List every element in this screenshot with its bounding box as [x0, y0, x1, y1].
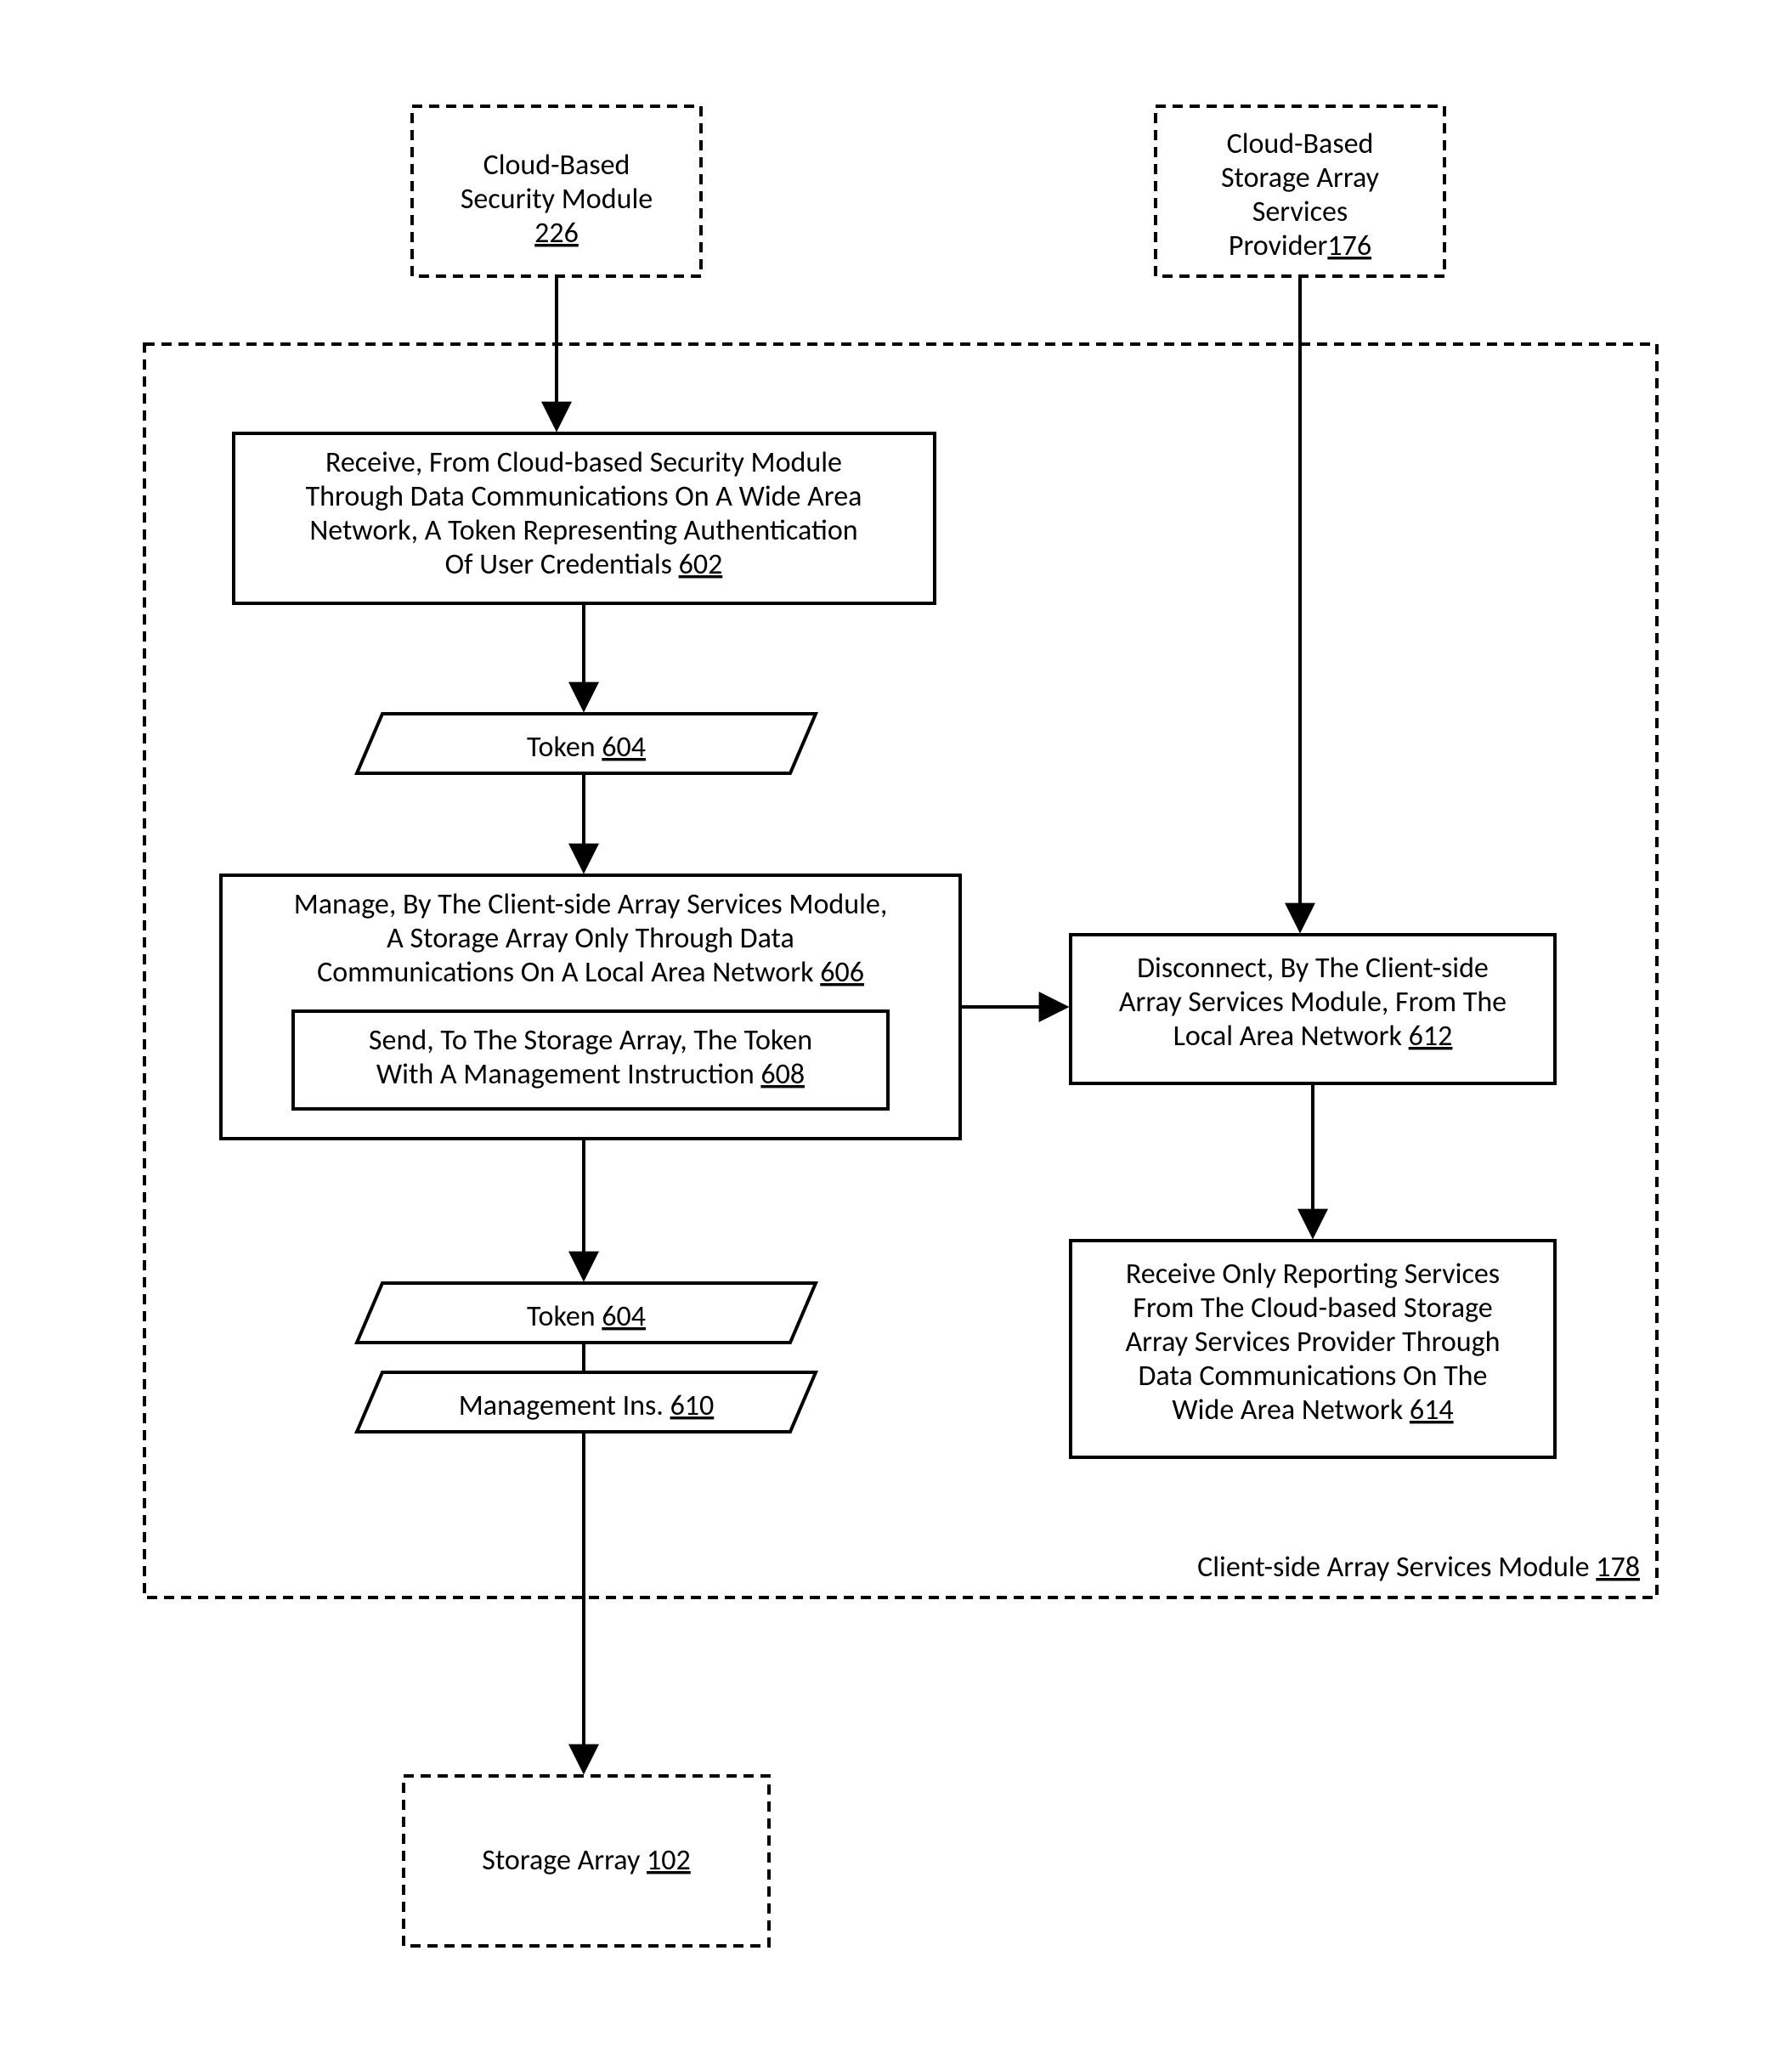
svg-text:Receive Only Reporting Service: Receive Only Reporting Services: [1126, 1257, 1500, 1292]
svg-text:Cloud-Based: Cloud-Based: [1227, 127, 1374, 161]
token-out-1: Token 604: [357, 714, 816, 773]
cloud-security-module-node: Cloud-Based Security Module 226: [412, 106, 701, 276]
disconnect-step: Disconnect, By The Client-side Array Ser…: [1071, 935, 1555, 1083]
svg-text:Management Ins. 610: Management Ins. 610: [459, 1388, 715, 1423]
svg-text:A Storage Array Only Through D: A Storage Array Only Through Data: [387, 921, 794, 956]
svg-text:Wide Area Network 614: Wide Area Network 614: [1172, 1393, 1453, 1428]
svg-text:Manage, By The Client-side Arr: Manage, By The Client-side Array Service…: [294, 887, 888, 922]
svg-text:Storage Array 102: Storage Array 102: [482, 1843, 691, 1878]
svg-text:226: 226: [534, 216, 579, 251]
svg-text:Cloud-Based: Cloud-Based: [483, 148, 630, 183]
svg-text:Provider176: Provider176: [1229, 229, 1371, 263]
svg-text:Network, A Token Representing: Network, A Token Representing Authentica…: [309, 513, 857, 548]
svg-text:Security Module: Security Module: [461, 182, 653, 217]
svg-text:With A Management Instruction: With A Management Instruction 608: [376, 1057, 805, 1092]
svg-text:Token 604: Token 604: [527, 730, 646, 765]
svg-text:Storage Array: Storage Array: [1221, 161, 1380, 195]
svg-text:Receive, From Cloud-based Secu: Receive, From Cloud-based Security Modul…: [325, 445, 842, 480]
management-instruction-out: Management Ins. 610: [357, 1372, 816, 1432]
cloud-storage-provider-node: Cloud-Based Storage Array Services Provi…: [1156, 106, 1444, 276]
svg-text:From The Cloud-based Storage: From The Cloud-based Storage: [1133, 1291, 1492, 1326]
svg-text:Services: Services: [1252, 195, 1348, 229]
svg-text:Send, To The Storage Array, Th: Send, To The Storage Array, The Token: [369, 1023, 812, 1058]
svg-text:Array Services Module, From Th: Array Services Module, From The: [1119, 985, 1507, 1020]
client-side-module-label: Client-side Array Services Module 178: [1197, 1550, 1640, 1585]
storage-array-node: Storage Array 102: [404, 1776, 769, 1946]
svg-text:Array Services Provider Throug: Array Services Provider Through: [1125, 1325, 1500, 1360]
receive-reporting-step: Receive Only Reporting Services From The…: [1071, 1241, 1555, 1457]
svg-text:Disconnect, By The Client-side: Disconnect, By The Client-side: [1137, 951, 1489, 986]
svg-text:Of User Credentials 602: Of User Credentials 602: [445, 547, 723, 582]
svg-text:Data Communications On The: Data Communications On The: [1139, 1359, 1488, 1394]
svg-text:Communications On A Local Area: Communications On A Local Area Network 6…: [317, 955, 864, 990]
token-out-2: Token 604: [357, 1283, 816, 1343]
manage-step: Manage, By The Client-side Array Service…: [221, 875, 960, 1139]
svg-text:Token 604: Token 604: [527, 1299, 646, 1334]
receive-token-step: Receive, From Cloud-based Security Modul…: [234, 433, 935, 603]
svg-text:Local Area Network 612: Local Area Network 612: [1173, 1019, 1453, 1054]
svg-text:Through Data Communications On: Through Data Communications On A Wide Ar…: [306, 479, 862, 514]
flowchart-diagram: Client-side Array Services Module 178 Cl…: [0, 0, 1792, 2047]
